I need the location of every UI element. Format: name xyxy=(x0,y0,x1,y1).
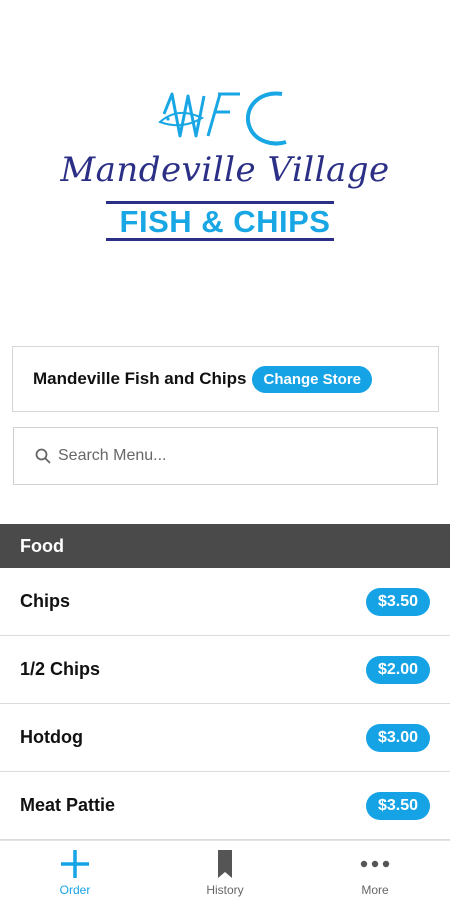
menu-item-price[interactable]: $3.50 xyxy=(366,791,430,820)
logo-rule-bottom xyxy=(106,238,334,241)
logo-script-text: Mandeville Village xyxy=(60,150,390,190)
tab-order[interactable]: Order xyxy=(0,841,150,900)
menu-item-price[interactable]: $3.00 xyxy=(366,723,430,752)
menu-item-price[interactable]: $3.50 xyxy=(366,587,430,616)
fish-monogram-icon xyxy=(158,91,287,146)
bottom-tab-bar: Order History More xyxy=(0,840,450,900)
more-dots-icon xyxy=(360,860,390,868)
menu-item-name: Meat Pattie xyxy=(20,795,116,815)
bookmark-icon xyxy=(218,850,232,878)
menu-item-price[interactable]: $2.00 xyxy=(366,655,430,684)
tab-label: Order xyxy=(59,883,91,897)
search-icon xyxy=(35,448,51,464)
search-bar[interactable] xyxy=(13,427,438,485)
brand-logo: Mandeville Village FISH & CHIPS xyxy=(40,80,410,255)
search-input[interactable] xyxy=(58,447,398,465)
store-name: Mandeville Fish and Chips xyxy=(33,369,247,388)
menu-item[interactable]: Meat Pattie $3.50 xyxy=(0,772,450,840)
menu-list: Chips $3.50 1/2 Chips $2.00 Hotdog $3.00… xyxy=(0,568,450,840)
plus-icon xyxy=(61,850,89,878)
change-store-button[interactable]: Change Store xyxy=(252,365,372,393)
tab-more[interactable]: More xyxy=(300,841,450,900)
menu-item[interactable]: 1/2 Chips $2.00 xyxy=(0,636,450,704)
menu-item-name: Hotdog xyxy=(20,727,83,747)
store-selector: Mandeville Fish and Chips Change Store xyxy=(12,346,439,412)
logo-sub-text: FISH & CHIPS xyxy=(119,204,331,239)
category-header: Food xyxy=(0,524,450,568)
menu-item-name: 1/2 Chips xyxy=(20,659,101,679)
tab-label: History xyxy=(206,883,244,897)
tab-label: More xyxy=(361,883,389,897)
menu-item[interactable]: Hotdog $3.00 xyxy=(0,704,450,772)
tab-history[interactable]: History xyxy=(150,841,300,900)
menu-item[interactable]: Chips $3.50 xyxy=(0,568,450,636)
menu-item-name: Chips xyxy=(20,591,71,611)
